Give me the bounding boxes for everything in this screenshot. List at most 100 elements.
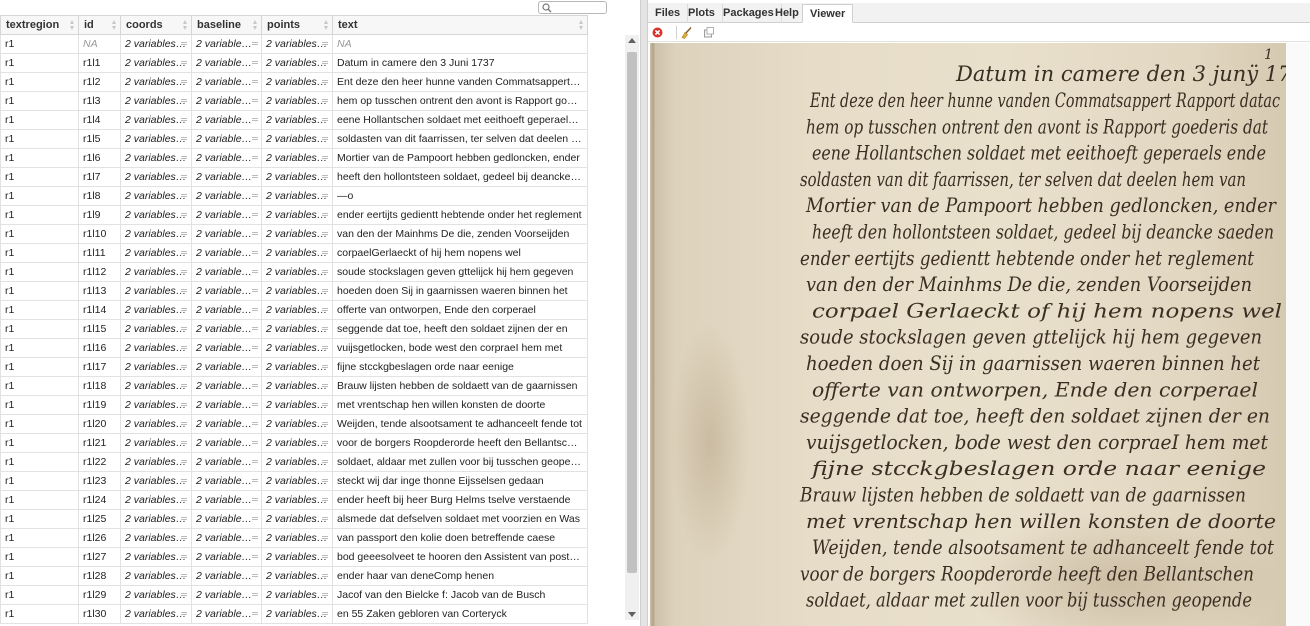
cell-id: r1l5 xyxy=(78,129,121,149)
search-box[interactable] xyxy=(538,1,607,14)
table-row[interactable]: r1 r1l14 2 variables 2 variables 2 variables… xyxy=(0,300,588,320)
broom-icon[interactable] xyxy=(680,26,693,39)
cell-baseline: 2 variables xyxy=(191,34,262,54)
cell-textregion: r1 xyxy=(0,34,79,54)
pane-splitter[interactable] xyxy=(640,0,648,626)
table-row[interactable]: r1 r1l18 2 variables 2 variables 2 variables… xyxy=(0,376,588,396)
table-row[interactable]: r1 r1l11 2 variables 2 variables 2 variables… xyxy=(0,243,588,263)
table-row[interactable]: r1 r1l13 2 variables 2 variables 2 variables… xyxy=(0,281,588,301)
cell-coords: 2 variables xyxy=(120,281,192,301)
cell-coords: 2 variables xyxy=(120,490,192,510)
table-row[interactable]: r1 r1l12 2 variables 2 variables 2 variables… xyxy=(0,262,588,282)
table-row[interactable]: r1 r1l26 2 variables 2 variables 2 variables… xyxy=(0,528,588,548)
table-row[interactable]: r1 r1l22 2 variables 2 variables 2 variables… xyxy=(0,452,588,472)
manuscript-line: Mortier van de Pampoort hebben gedloncke… xyxy=(805,193,1277,217)
cell-coords: 2 variables xyxy=(120,604,192,624)
scrollbar-thumb[interactable] xyxy=(627,52,637,573)
column-header-text[interactable]: text xyxy=(332,15,588,35)
cell-id: r1l15 xyxy=(78,319,121,339)
table-row[interactable]: r1 r1l16 2 variables 2 variables 2 variables… xyxy=(0,338,588,358)
cell-textregion: r1 xyxy=(0,243,79,263)
column-header-points[interactable]: points xyxy=(261,15,333,35)
cell-id: r1l20 xyxy=(78,414,121,434)
cell-baseline: 2 variables xyxy=(191,528,262,548)
filter-bar xyxy=(0,0,614,15)
column-header-baseline[interactable]: baseline xyxy=(191,15,262,35)
cell-id: r1l13 xyxy=(78,281,121,301)
cell-id: r1l17 xyxy=(78,357,121,377)
column-header-id[interactable]: id xyxy=(78,15,121,35)
cell-baseline: 2 variables xyxy=(191,395,262,415)
table-header-row: textregion id coords baseline points tex… xyxy=(0,15,588,35)
cell-points: 2 variables xyxy=(261,547,333,567)
cell-textregion: r1 xyxy=(0,471,79,491)
table-row[interactable]: r1 r1l29 2 variables 2 variables 2 variables… xyxy=(0,585,588,605)
scroll-up-icon[interactable] xyxy=(628,38,636,43)
manuscript-line: met vrentschap hen willen konsten de doo… xyxy=(806,509,1276,533)
cell-id: r1l30 xyxy=(78,604,121,624)
table-row[interactable]: r1 r1l4 2 variables 2 variables 2 variables e… xyxy=(0,110,588,130)
table-row[interactable]: r1 r1l24 2 variables 2 variables 2 variables… xyxy=(0,490,588,510)
table-row[interactable]: r1 r1l28 2 variables 2 variables 2 variables… xyxy=(0,566,588,586)
tab-viewer[interactable]: Viewer xyxy=(802,4,854,23)
cell-points: 2 variables xyxy=(261,585,333,605)
cell-coords: 2 variables xyxy=(120,243,192,263)
cell-points: 2 variables xyxy=(261,53,333,73)
column-header-coords[interactable]: coords xyxy=(120,15,192,35)
table-row[interactable]: r1 r1l30 2 variables 2 variables 2 variables… xyxy=(0,604,588,624)
popout-icon[interactable] xyxy=(702,26,715,39)
table-row[interactable]: r1 r1l3 2 variables 2 variables 2 variables h… xyxy=(0,91,588,111)
cell-baseline: 2 variables xyxy=(191,129,262,149)
cell-coords: 2 variables xyxy=(120,129,192,149)
cell-coords: 2 variables xyxy=(120,205,192,225)
table-row[interactable]: r1 r1l6 2 variables 2 variables 2 variables M… xyxy=(0,148,588,168)
table-row[interactable]: r1 r1l5 2 variables 2 variables 2 variables s… xyxy=(0,129,588,149)
cell-coords: 2 variables xyxy=(120,72,192,92)
table-row[interactable]: r1 r1l17 2 variables 2 variables 2 variables… xyxy=(0,357,588,377)
table-row[interactable]: r1 r1l20 2 variables 2 variables 2 variables… xyxy=(0,414,588,434)
table-row[interactable]: r1 r1l8 2 variables 2 variables 2 variables —… xyxy=(0,186,588,206)
column-header-textregion[interactable]: textregion xyxy=(0,15,79,35)
table-row[interactable]: r1 r1l2 2 variables 2 variables 2 variables E… xyxy=(0,72,588,92)
cell-baseline: 2 variables xyxy=(191,167,262,187)
table-row[interactable]: r1 r1l21 2 variables 2 variables 2 variables… xyxy=(0,433,588,453)
table-row[interactable]: r1 r1l1 2 variables 2 variables 2 variables D… xyxy=(0,53,588,73)
cell-textregion: r1 xyxy=(0,224,79,244)
cell-points: 2 variables xyxy=(261,186,333,206)
table-row[interactable]: r1 r1l7 2 variables 2 variables 2 variables h… xyxy=(0,167,588,187)
image-viewer[interactable]: 1 Datum in camere den 3 junÿ 1737 Ent deze… xyxy=(649,43,1309,626)
table-row[interactable]: r1 r1l23 2 variables 2 variables 2 variables… xyxy=(0,471,588,491)
cell-baseline: 2 variables xyxy=(191,319,262,339)
table-row[interactable]: r1 r1l27 2 variables 2 variables 2 variables… xyxy=(0,547,588,567)
cell-text: steckt wij dar inge thonne Eijsselsen ge… xyxy=(332,471,588,491)
cell-textregion: r1 xyxy=(0,300,79,320)
cell-textregion: r1 xyxy=(0,585,79,605)
manuscript-heading: Datum in camere den 3 junÿ 1737 xyxy=(955,62,1286,86)
table-row[interactable]: r1 r1l15 2 variables 2 variables 2 variables… xyxy=(0,319,588,339)
table-row[interactable]: r1 r1l25 2 variables 2 variables 2 variables… xyxy=(0,509,588,529)
cell-text: Mortier van de Pampoort hebben gedloncke… xyxy=(332,148,588,168)
table-row[interactable]: r1 NA 2 variables 2 variables 2 variables NA xyxy=(0,34,588,54)
cell-text: ender eertijts gedientt hebtende onder h… xyxy=(332,205,588,225)
cell-id: r1l8 xyxy=(78,186,121,206)
scroll-down-icon[interactable] xyxy=(628,612,636,617)
cell-id: r1l29 xyxy=(78,585,121,605)
search-input[interactable] xyxy=(552,2,604,13)
cell-textregion: r1 xyxy=(0,433,79,453)
manuscript-line: offerte van ontworpen, Ende den corperae… xyxy=(812,377,1258,401)
table-row[interactable]: r1 r1l19 2 variables 2 variables 2 variables… xyxy=(0,395,588,415)
sort-icon xyxy=(579,20,584,31)
stop-icon[interactable] xyxy=(651,26,664,39)
cell-id: r1l25 xyxy=(78,509,121,529)
manuscript-line: Weijden, tende alsootsament te adhanceel… xyxy=(812,535,1275,559)
cell-baseline: 2 variables xyxy=(191,604,262,624)
cell-text: van passport den kolie doen betreffende … xyxy=(332,528,588,548)
table-row[interactable]: r1 r1l9 2 variables 2 variables 2 variables e… xyxy=(0,205,588,225)
cell-points: 2 variables xyxy=(261,91,333,111)
cell-text: NA xyxy=(332,34,588,54)
vertical-scrollbar[interactable] xyxy=(625,35,639,620)
viewer-margin xyxy=(1286,43,1309,626)
manuscript-line: heeft den hollontsteen soldaet, gedeel b… xyxy=(812,220,1274,244)
table-body: r1 NA 2 variables 2 variables 2 variables NA r… xyxy=(0,34,588,624)
table-row[interactable]: r1 r1l10 2 variables 2 variables 2 variables… xyxy=(0,224,588,244)
